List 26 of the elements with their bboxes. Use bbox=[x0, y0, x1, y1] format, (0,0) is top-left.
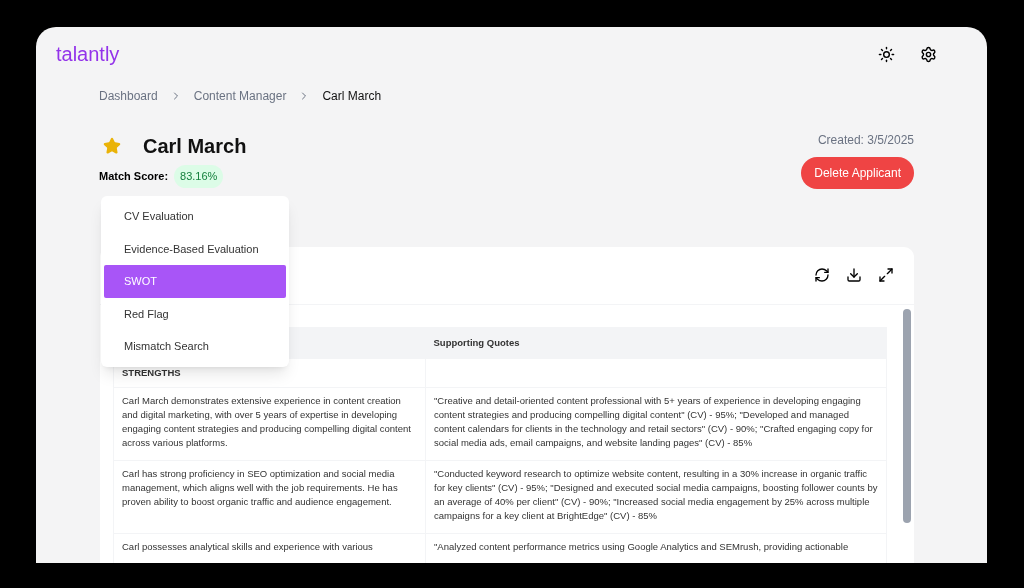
breadcrumb-link[interactable]: Dashboard bbox=[99, 87, 158, 105]
column-header: Supporting Quotes bbox=[425, 327, 887, 359]
menu-item[interactable]: CV Evaluation bbox=[104, 200, 286, 233]
table-cell: "Conducted keyword research to optimize website content, resulting in a 30% increase in organic traffic for key clients" (CV) - 95%; "Designed and executed social media campaigns, boosting follower counts by an average of 40% per client" (CV) - 90%; "Increased social media engagement by 25% across multiple campaigns for a key client at BrightEdge" (CV) - 85% bbox=[425, 460, 887, 534]
table-cell: "Analyzed content performance metrics using Google Analytics and SEMrush, providing actionable bbox=[425, 533, 887, 563]
app-logo[interactable]: talantly bbox=[56, 39, 120, 69]
match-score-label: Match Score: bbox=[99, 169, 169, 184]
favorite-star-icon[interactable] bbox=[103, 137, 121, 155]
table-cell: Carl has strong proficiency in SEO optimization and social media management, which aligns well with the job requirements. He has proven ability to boost organic traffic and audience engagement. bbox=[113, 460, 426, 534]
delete-applicant-button[interactable]: Delete Applicant bbox=[801, 157, 914, 189]
match-score-badge: 83.16% bbox=[174, 165, 224, 188]
breadcrumb-link[interactable]: Content Manager bbox=[193, 87, 287, 105]
created-date: Created: 3/5/2025 bbox=[817, 132, 914, 149]
refresh-icon[interactable] bbox=[814, 267, 830, 283]
menu-item[interactable]: Red Flag bbox=[104, 297, 286, 330]
expand-icon[interactable] bbox=[878, 267, 894, 283]
scrollbar[interactable] bbox=[903, 309, 911, 523]
theme-toggle-icon[interactable] bbox=[878, 45, 895, 63]
menu-item[interactable]: SWOT bbox=[104, 265, 286, 298]
table-cell: Carl possesses analytical skills and experience with various bbox=[113, 533, 426, 563]
settings-icon[interactable] bbox=[920, 45, 937, 63]
table-cell: Carl March demonstrates extensive experience in content creation and digital marketing, with over 5 years of expertise in developing engaging content strategies and producing compelling digital content across various platforms. bbox=[113, 387, 426, 461]
menu-item[interactable]: Evidence-Based Evaluation bbox=[104, 232, 286, 265]
applicant-name: Carl March bbox=[143, 134, 247, 159]
download-icon[interactable] bbox=[846, 267, 862, 283]
table-cell: "Creative and detail-oriented content professional with 5+ years of experience in developing engaging content strategies and producing compelling digital content" (CV) - 95%; "Developed and managed content calendars for clients in the technology and retail sectors" (CV) - 90%; "Crafted engaging copy for social media ads, email campaigns, and website landing pages" (CV) - 85% bbox=[425, 387, 887, 461]
